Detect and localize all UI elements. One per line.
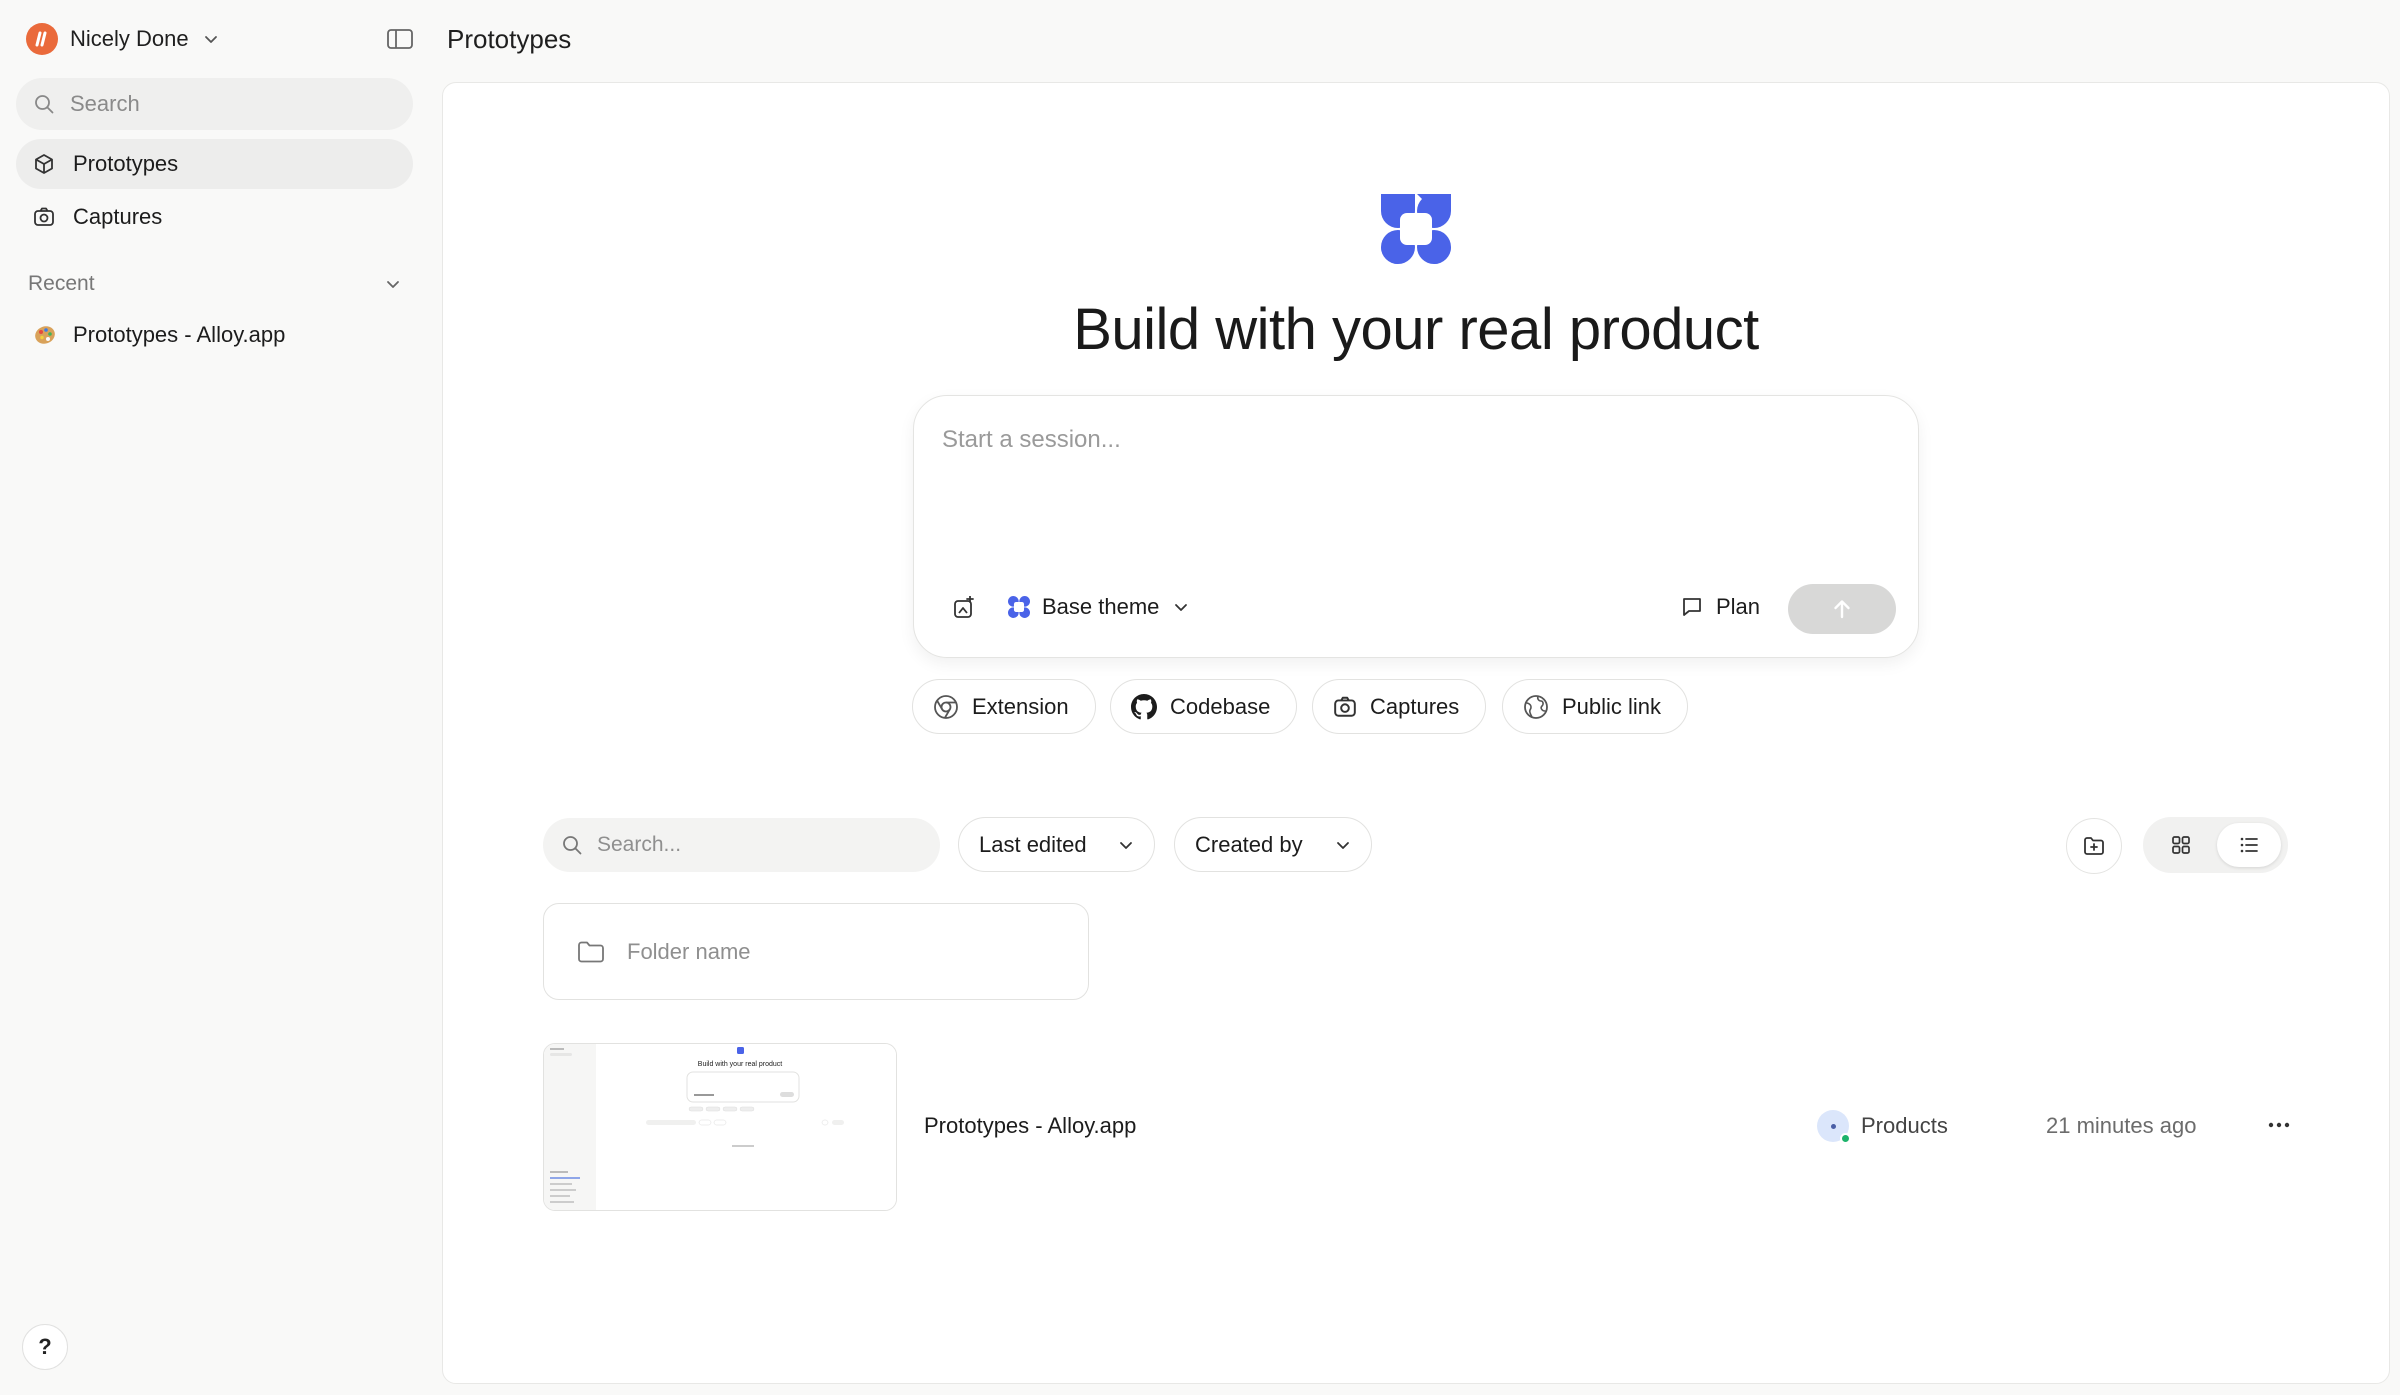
search-icon	[35, 95, 54, 114]
session-composer: Base theme Plan	[913, 395, 1919, 658]
sidebar-panel-icon	[387, 29, 413, 49]
sidebar-search-input[interactable]	[70, 91, 390, 117]
brand-logo-icon	[1381, 194, 1451, 264]
page-title: Prototypes	[447, 24, 572, 54]
recent-item-label: Prototypes - Alloy.app	[73, 322, 286, 347]
chip-label: Captures	[1370, 693, 1460, 719]
owner-name: Products	[1861, 1113, 1948, 1138]
new-folder-button[interactable]	[2066, 818, 2122, 874]
list-icon	[2240, 837, 2258, 853]
last-edited-time: 21 minutes ago	[2046, 1113, 2197, 1138]
plan-button[interactable]: Plan	[1680, 587, 1760, 627]
more-options-button[interactable]	[2257, 1105, 2301, 1145]
thumbnail-preview: Build with your real product	[544, 1044, 896, 1210]
recent-label: Recent	[28, 272, 95, 295]
chevron-down-icon	[387, 281, 399, 288]
message-square-icon	[1683, 598, 1701, 616]
chevron-down-icon	[204, 36, 217, 43]
globe-icon	[1524, 694, 1548, 719]
sidebar-search[interactable]	[16, 78, 413, 130]
grid-view-button[interactable]	[2149, 823, 2213, 867]
prototype-name: Prototypes - Alloy.app	[924, 1113, 1137, 1138]
public-link-chip[interactable]: Public link	[1502, 679, 1689, 734]
prototype-search-input[interactable]	[597, 833, 917, 857]
session-prompt-input[interactable]	[942, 426, 1882, 546]
created-by-dropdown[interactable]: Created by	[1174, 817, 1372, 872]
sidebar-toggle-button[interactable]	[382, 24, 418, 54]
prototype-owner: Products	[1817, 1110, 1948, 1144]
list-view-button[interactable]	[2217, 823, 2281, 867]
recent-item[interactable]: Prototypes - Alloy.app	[16, 310, 413, 360]
send-button[interactable]	[1788, 584, 1896, 634]
hero-title: Build with your real product	[1073, 297, 1759, 362]
chrome-icon	[934, 694, 958, 719]
workspace-switcher[interactable]: Nicely Done	[26, 20, 221, 58]
arrow-up-icon	[1834, 600, 1850, 619]
folder-name-input[interactable]	[627, 938, 1027, 965]
grid-icon	[2172, 836, 2190, 854]
chevron-down-icon	[1175, 604, 1188, 611]
search-icon	[563, 836, 582, 855]
camera-icon	[34, 207, 54, 226]
chip-label: Codebase	[1170, 693, 1271, 719]
image-edit-icon	[954, 596, 974, 618]
palette-icon	[35, 326, 55, 344]
chevron-down-icon	[1337, 841, 1349, 849]
prototype-search[interactable]	[543, 818, 940, 872]
chip-label: Public link	[1562, 693, 1662, 719]
cube-icon	[35, 154, 53, 174]
avatar	[1817, 1110, 1851, 1144]
more-horizontal-icon	[2268, 1122, 2290, 1128]
prototype-row[interactable]: Build with your real product Prototypes …	[543, 1043, 2303, 1211]
theme-label: Base theme	[1042, 594, 1160, 619]
folder-icon	[578, 941, 604, 962]
prototype-thumbnail: Build with your real product	[543, 1043, 897, 1211]
image-upload-button[interactable]	[948, 592, 980, 624]
sidebar-item-label: Prototypes	[73, 151, 179, 176]
workspace-name: Nicely Done	[70, 26, 189, 51]
theme-dropdown[interactable]: Base theme	[1008, 587, 1191, 627]
recent-section-toggle[interactable]: Recent	[28, 268, 403, 300]
new-folder-card	[543, 903, 1089, 1000]
plan-label: Plan	[1716, 594, 1761, 619]
sidebar-item-captures[interactable]: Captures	[16, 192, 413, 242]
brand-logo-icon	[1008, 596, 1030, 618]
workspace-logo-icon	[26, 23, 58, 55]
sidebar-item-prototypes[interactable]: Prototypes	[16, 139, 413, 189]
chip-label: Extension	[972, 693, 1069, 719]
online-status-dot	[1840, 1133, 1851, 1144]
extension-chip[interactable]: Extension	[912, 679, 1096, 734]
sort-dropdown[interactable]: Last edited	[958, 817, 1155, 872]
sidebar: Nicely Done Prototypes Captures Recent P…	[0, 0, 430, 1395]
folder-plus-icon	[2084, 837, 2104, 855]
thumbnail-title: Build with your real product	[698, 1061, 782, 1068]
codebase-chip[interactable]: Codebase	[1110, 679, 1298, 734]
view-toggle	[2143, 817, 2288, 873]
help-button[interactable]: ?	[22, 1324, 68, 1370]
sidebar-item-label: Captures	[73, 204, 163, 229]
chevron-down-icon	[1120, 841, 1132, 849]
camera-icon	[1334, 696, 1356, 717]
sort-label: Last edited	[979, 831, 1087, 857]
captures-chip[interactable]: Captures	[1312, 679, 1487, 734]
github-icon	[1131, 693, 1157, 719]
created-by-label: Created by	[1195, 831, 1303, 857]
